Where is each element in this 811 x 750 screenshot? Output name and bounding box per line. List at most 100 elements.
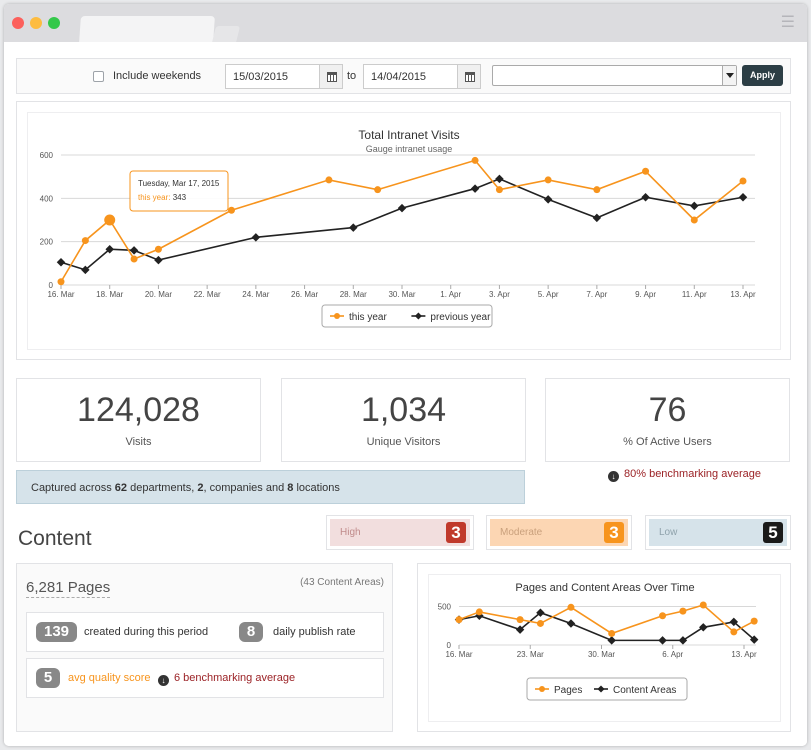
- stat-visits-value: 124,028: [77, 391, 200, 429]
- level-high[interactable]: High 3: [326, 515, 474, 550]
- stat-active-users-value: 76: [648, 391, 687, 429]
- pages-legend-label: Pages: [554, 685, 582, 696]
- visits-point: [228, 206, 235, 214]
- created-count-badge: 139: [36, 622, 77, 642]
- pages-legend-label: Content Areas: [613, 685, 676, 696]
- visits-chart-subtitle: Gauge intranet usage: [366, 144, 453, 154]
- include-weekends-checkbox[interactable]: [93, 71, 104, 82]
- level-moderate-label: Moderate: [500, 527, 543, 538]
- captured-summary: Captured across 62 departments, 2, compa…: [16, 470, 525, 504]
- apply-button[interactable]: Apply: [742, 65, 783, 86]
- new-tab-button[interactable]: [211, 26, 241, 43]
- close-window-button[interactable]: [12, 17, 24, 29]
- pages-point: [699, 623, 708, 632]
- visits-x-tick-label: 18. Mar: [96, 290, 123, 299]
- visits-point: [544, 176, 552, 184]
- level-high-label: High: [340, 527, 361, 538]
- chevron-down-icon[interactable]: [722, 66, 736, 85]
- visits-point: [325, 176, 333, 184]
- visits-point: [130, 255, 138, 263]
- departments-count: 62: [114, 482, 128, 494]
- level-moderate[interactable]: Moderate 3: [486, 515, 632, 550]
- pages-total[interactable]: 6,281 Pages: [26, 579, 111, 598]
- visits-tooltip-date: Tuesday, Mar 17, 2015: [138, 179, 220, 188]
- visits-x-tick-label: 3. Apr: [489, 290, 510, 299]
- visits-x-tick-label: 16. Mar: [47, 290, 74, 299]
- visits-point: [57, 278, 65, 286]
- arrow-down-circle-icon: ↓: [608, 471, 619, 482]
- visits-x-tick-label: 24. Mar: [242, 290, 269, 299]
- visits-y-tick-label: 200: [40, 238, 54, 247]
- visits-legend-label: this year: [349, 312, 387, 323]
- visits-chart-frame: Total Intranet Visits Gauge intranet usag…: [27, 112, 781, 350]
- visits-point: [495, 186, 503, 194]
- visits-chart-panel: Total Intranet Visits Gauge intranet usag…: [16, 101, 791, 360]
- level-low[interactable]: Low 5: [645, 515, 791, 550]
- stat-unique-visitors-label: Unique Visitors: [366, 436, 441, 448]
- title-bar: ☰: [4, 4, 807, 43]
- created-label: created during this period: [84, 626, 209, 638]
- visits-chart-title: Total Intranet Visits: [358, 128, 459, 142]
- pages-point: [536, 619, 544, 627]
- dashboard: Include weekends 15/03/2015 to 14/04/201…: [4, 42, 807, 746]
- visits-point: [690, 201, 699, 211]
- minimize-window-button[interactable]: [30, 17, 42, 29]
- pages-point: [658, 636, 667, 645]
- level-low-label: Low: [659, 527, 678, 538]
- quality-benchmark-text: 6 benchmarking average: [174, 672, 296, 684]
- locations-count: 8: [287, 482, 294, 494]
- publish-stats-row: 139 created during this period 8 daily p…: [26, 612, 384, 652]
- visits-x-tick-label: 26. Mar: [291, 290, 318, 299]
- date-to-input[interactable]: 14/04/2015: [363, 64, 458, 89]
- visits-point: [251, 233, 261, 242]
- visits-point: [471, 156, 479, 164]
- browser-tab[interactable]: [79, 16, 215, 43]
- pages-x-tick-label: 30. Mar: [588, 650, 615, 659]
- pages-panel: 6,281 Pages (43 Content Areas) 139 creat…: [16, 563, 393, 732]
- maximize-window-button[interactable]: [48, 17, 60, 29]
- visits-x-tick-label: 30. Mar: [388, 290, 415, 299]
- visits-point: [593, 186, 601, 194]
- pages-legend-marker: [539, 686, 545, 692]
- visits-y-tick-label: 600: [40, 151, 54, 160]
- date-from-input[interactable]: 15/03/2015: [225, 64, 320, 89]
- menu-icon[interactable]: ☰: [781, 15, 795, 31]
- pages-x-tick-label: 23. Mar: [517, 650, 544, 659]
- content-areas-count: (43 Content Areas): [300, 577, 384, 588]
- level-high-count: 3: [446, 522, 466, 543]
- visits-x-tick-label: 9. Apr: [635, 290, 656, 299]
- quality-benchmark: ↓ 6 benchmarking average: [158, 672, 295, 686]
- filter-select[interactable]: [492, 65, 737, 86]
- quality-row: 5 avg quality score ↓ 6 benchmarking aver…: [26, 658, 384, 698]
- visits-y-tick-label: 400: [40, 194, 54, 203]
- arrow-down-circle-icon: ↓: [158, 675, 169, 686]
- date-from-calendar-button[interactable]: [319, 64, 343, 89]
- level-moderate-count: 3: [604, 522, 624, 543]
- visits-point: [349, 223, 358, 232]
- level-low-count: 5: [763, 522, 783, 543]
- pages-chart-panel: Pages and Content Areas Over Time 0 500 16.…: [417, 563, 791, 732]
- pages-point: [567, 603, 575, 611]
- visits-point: [738, 193, 748, 202]
- visits-x-tick-label: 11. Apr: [682, 290, 707, 299]
- locations-label: locations: [296, 482, 340, 494]
- visits-point: [495, 174, 504, 184]
- visits-x-tick-label: 7. Apr: [586, 290, 607, 299]
- visits-point: [397, 203, 407, 213]
- visits-x-tick-label: 13. Apr: [730, 290, 756, 299]
- companies-label: , companies: [203, 482, 263, 494]
- visits-legend-label: previous year: [430, 312, 491, 323]
- visits-tooltip-value: 343: [173, 193, 187, 202]
- pages-chart-frame: Pages and Content Areas Over Time 0 500 16.…: [428, 574, 781, 722]
- visits-point: [56, 258, 66, 267]
- visits-chart: Total Intranet Visits Gauge intranet usag…: [40, 128, 756, 328]
- browser-window: ☰ Include weekends 15/03/2015 to 14/04/2…: [4, 4, 807, 746]
- include-weekends-label: Include weekends: [113, 70, 202, 82]
- visits-hover-point: [104, 214, 116, 226]
- visits-point: [690, 216, 698, 224]
- calendar-icon: [327, 72, 337, 82]
- visits-point: [154, 255, 163, 265]
- visits-x-tick-label: 28. Mar: [340, 290, 367, 299]
- pages-chart-title: Pages and Content Areas Over Time: [515, 582, 694, 594]
- date-to-calendar-button[interactable]: [457, 64, 481, 89]
